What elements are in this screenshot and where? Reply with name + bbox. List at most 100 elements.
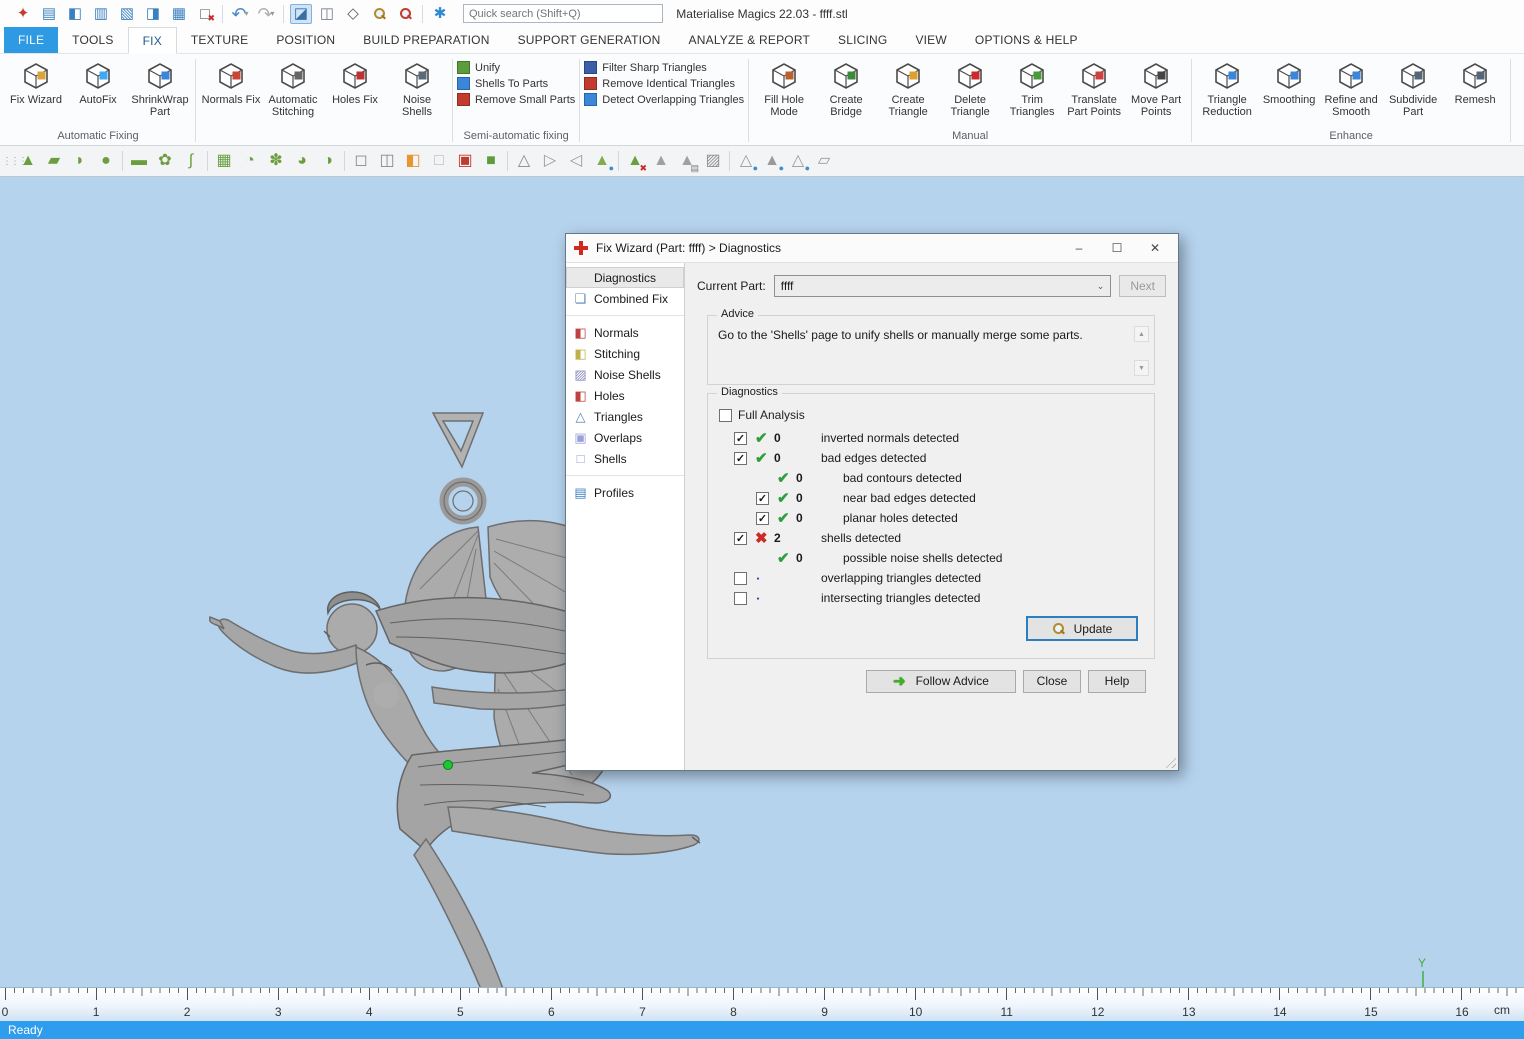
remove-small-parts-button[interactable]: Remove Small Parts [457, 93, 575, 106]
dialog-titlebar[interactable]: Fix Wizard (Part: ffff) > Diagnostics – … [566, 234, 1178, 263]
new-part-icon[interactable]: ▤ [38, 4, 60, 24]
automatic-stitching-button[interactable]: Automatic Stitching [262, 56, 324, 119]
freeform-marking-icon[interactable]: ✿ [153, 149, 177, 173]
mark-triangles-icon[interactable]: ▲ [16, 149, 40, 173]
window-marking-icon[interactable]: ▦ [212, 149, 236, 173]
holes-fix-button[interactable]: Holes Fix [324, 56, 386, 107]
cube-ghost-icon[interactable]: □ [427, 149, 451, 173]
select-triangle-icon[interactable]: △ [512, 149, 536, 173]
triangle-drops-icon[interactable]: ▲● [760, 149, 784, 173]
pie-marking-icon[interactable]: ◕ [290, 149, 314, 173]
shells-to-parts-button[interactable]: Shells To Parts [457, 77, 548, 90]
menu-tab[interactable]: ANALYZE & REPORT [675, 27, 824, 53]
zoom-in-icon[interactable] [368, 4, 390, 24]
triangle-ball-icon[interactable]: △● [786, 149, 810, 173]
settings-gear-icon[interactable]: ✱ [429, 4, 451, 24]
normals-fix-button[interactable]: Normals Fix [200, 56, 262, 107]
scroll-up-icon[interactable]: ▲ [1134, 326, 1149, 342]
brush-marking-icon[interactable]: ◔ [238, 149, 262, 173]
rectangle-marking-icon[interactable]: ▬ [127, 149, 151, 173]
save-project-as-icon[interactable]: ▧ [116, 4, 138, 24]
remesh-button[interactable]: Remesh [1444, 56, 1506, 107]
move-part-points-button[interactable]: Move Part Points [1125, 56, 1187, 119]
dialog-maximize-button[interactable]: ☐ [1102, 237, 1132, 259]
wizard-page-item[interactable]: ◧ Stitching [566, 343, 684, 364]
cube-orange-icon[interactable]: ◧ [401, 149, 425, 173]
delete-marked-triangles-icon[interactable]: ▲✖ [623, 149, 647, 173]
wizard-page-item[interactable]: ▤ Profiles [566, 482, 684, 503]
menu-tab[interactable]: VIEW [901, 27, 960, 53]
shrinkwrap-part-button[interactable]: ShrinkWrap Part [129, 56, 191, 119]
triangle-hole-icon[interactable]: △● [734, 149, 758, 173]
refine-and-smooth-button[interactable]: Refine and Smooth [1320, 56, 1382, 119]
zoom-out-icon[interactable] [394, 4, 416, 24]
save-part-icon[interactable]: ▦ [168, 4, 190, 24]
polyline-marking-icon[interactable]: ∫ [179, 149, 203, 173]
mark-planes-icon[interactable]: ▰ [42, 149, 66, 173]
wizard-page-item[interactable]: Diagnostics [566, 267, 684, 288]
flip-triangle-icon[interactable]: ◁ [564, 149, 588, 173]
half-marking-icon[interactable]: ◑ [316, 149, 340, 173]
cube-green-icon[interactable]: ■ [479, 149, 503, 173]
filter-sharp-triangles-button[interactable]: Filter Sharp Triangles [584, 61, 707, 74]
wizard-page-item[interactable]: ◧ Holes [566, 385, 684, 406]
menu-tab[interactable]: POSITION [262, 27, 349, 53]
magics-logo-icon[interactable]: ✦ [12, 4, 34, 24]
cube-view-icon[interactable]: ◻ [349, 149, 373, 173]
full-analysis-checkbox[interactable] [719, 409, 732, 422]
dialog-minimize-button[interactable]: – [1064, 237, 1094, 259]
menu-tab[interactable]: SLICING [824, 27, 901, 53]
star-marking-icon[interactable]: ✽ [264, 149, 288, 173]
diagnostic-checkbox[interactable] [734, 452, 747, 465]
bend-triangle-icon[interactable]: ▷ [538, 149, 562, 173]
menu-tab[interactable]: BUILD PREPARATION [349, 27, 503, 53]
menu-tab[interactable]: SUPPORT GENERATION [504, 27, 675, 53]
fix-wizard-button[interactable]: Fix Wizard [5, 56, 67, 107]
update-button[interactable]: Update [1026, 616, 1138, 641]
view-cube-icon[interactable]: ◇ [342, 4, 364, 24]
menu-tab[interactable]: TOOLS [58, 27, 127, 53]
save-project-icon[interactable]: ▥ [90, 4, 112, 24]
help-button[interactable]: Help [1088, 670, 1146, 693]
quick-search-input[interactable] [463, 4, 663, 23]
remove-identical-triangles-button[interactable]: Remove Identical Triangles [584, 77, 735, 90]
wizard-page-item[interactable]: ❏ Combined Fix [566, 288, 684, 309]
diagnostic-checkbox[interactable] [756, 512, 769, 525]
current-part-dropdown[interactable]: ffff ⌄ [774, 275, 1112, 297]
view-selected-part-icon[interactable]: ◪ [290, 4, 312, 24]
create-bridge-button[interactable]: Create Bridge [815, 56, 877, 119]
diagnostic-checkbox[interactable] [734, 532, 747, 545]
wizard-page-item[interactable]: △ Triangles [566, 406, 684, 427]
undo-icon[interactable]: ↶ ▾ [229, 4, 251, 24]
copy-marked-icon[interactable]: ▲▤ [675, 149, 699, 173]
shaded-triangle-icon[interactable]: ▨ [701, 149, 725, 173]
remove-part-icon[interactable]: ◻ ✖ [194, 4, 216, 24]
detect-overlapping-triangles-button[interactable]: Detect Overlapping Triangles [584, 93, 744, 106]
mark-shells-icon[interactable]: ● [94, 149, 118, 173]
wizard-page-item[interactable]: □ Shells [566, 448, 684, 469]
subdivide-part-button[interactable]: Subdivide Part [1382, 56, 1444, 119]
redo-icon[interactable]: ↷ ▾ [255, 4, 277, 24]
wizard-page-item[interactable]: ▣ Overlaps [566, 427, 684, 448]
translate-part-points-button[interactable]: Translate Part Points [1063, 56, 1125, 119]
wizard-page-item[interactable]: ▨ Noise Shells [566, 364, 684, 385]
autofix-button[interactable]: AutoFix [67, 56, 129, 107]
delete-triangle-button[interactable]: Delete Triangle [939, 56, 1001, 119]
diagnostic-checkbox[interactable] [756, 492, 769, 505]
menu-tab[interactable]: TEXTURE [177, 27, 262, 53]
mark-surfaces-icon[interactable]: ◗ [68, 149, 92, 173]
dialog-close-button[interactable]: ✕ [1140, 237, 1170, 259]
load-part-icon[interactable]: ◨ [142, 4, 164, 24]
diagnostic-checkbox[interactable] [734, 432, 747, 445]
zoom-part-icon[interactable]: ◫ [316, 4, 338, 24]
close-button[interactable]: Close [1023, 670, 1081, 693]
cube-panes-icon[interactable]: ◫ [375, 149, 399, 173]
noise-shells-button[interactable]: Noise Shells [386, 56, 448, 119]
scroll-down-icon[interactable]: ▼ [1134, 360, 1149, 376]
toolbar-drag-handle[interactable]: ⋮⋮⋮ [2, 157, 8, 166]
next-button[interactable]: Next [1119, 275, 1166, 297]
wizard-page-item[interactable]: ◧ Normals [566, 322, 684, 343]
menu-tab[interactable]: FILE [4, 27, 58, 53]
follow-advice-button[interactable]: ➜ Follow Advice [866, 670, 1016, 693]
mark-triangle-drop-icon[interactable]: ▲● [590, 149, 614, 173]
